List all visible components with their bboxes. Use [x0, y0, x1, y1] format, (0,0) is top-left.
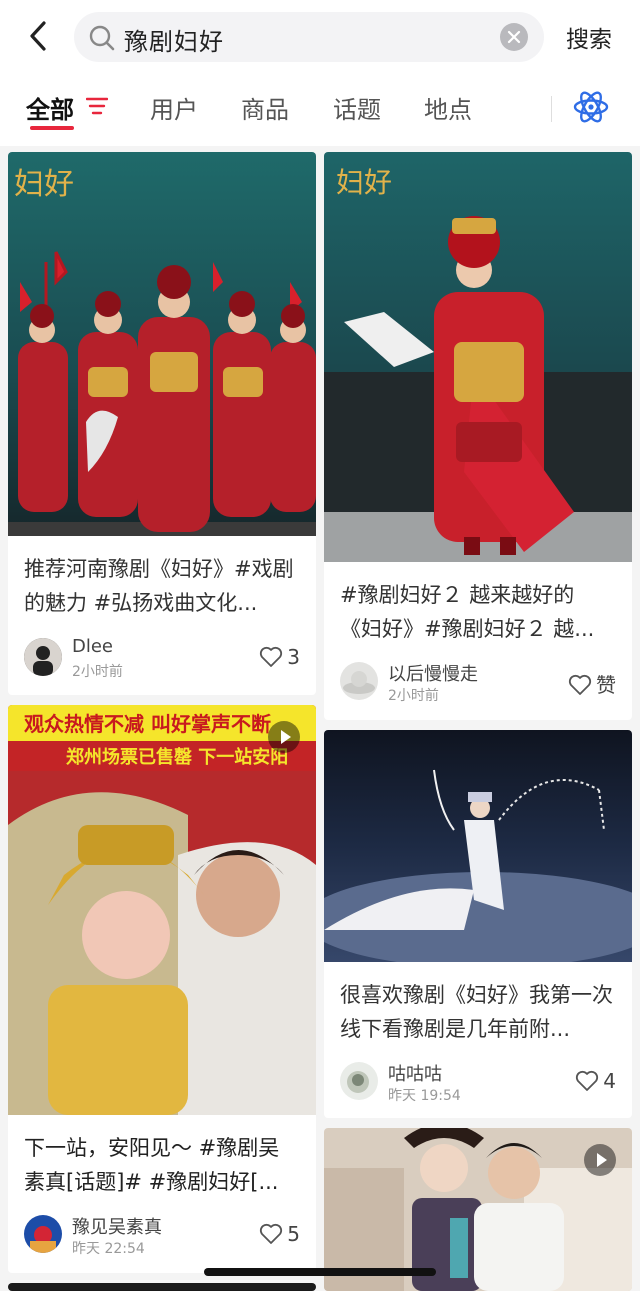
poster-title: 妇好: [336, 166, 392, 199]
active-tab-indicator: [30, 126, 74, 130]
atom-icon[interactable]: [572, 88, 610, 126]
banner-top: 观众热情不减 叫好掌声不断: [24, 712, 271, 736]
post-time: 昨天 19:54: [388, 1088, 461, 1104]
post-card[interactable]: 很喜欢豫剧《妇好》我第一次线下看豫剧是几年前附... 咕咕咕 昨天 19:54 …: [324, 730, 632, 1118]
top-bar: 豫剧妇好 搜索: [0, 0, 640, 72]
avatar[interactable]: [24, 1215, 62, 1253]
heart-icon: [568, 674, 592, 695]
author-name[interactable]: 咕咕咕: [388, 1060, 442, 1086]
post-time: 昨天 22:54: [72, 1241, 145, 1257]
post-card[interactable]: 妇好 #豫剧妇好２ 越来越好的《妇好》#豫剧妇好２ 越... 以后慢慢走 2小时…: [324, 152, 632, 720]
tab-places[interactable]: 地点: [424, 90, 472, 125]
post-cover-image: 观众热情不减 叫好掌声不断 郑州场票已售罄 下一站安阳: [8, 705, 316, 1115]
like-button[interactable]: 赞: [568, 669, 616, 698]
post-time: 2小时前: [388, 688, 439, 704]
video-play-icon: [584, 1144, 616, 1176]
banner-bottom: 郑州场票已售罄 下一站安阳: [66, 746, 288, 768]
like-count: 赞: [596, 673, 616, 697]
filter-icon[interactable]: [86, 96, 108, 116]
like-button[interactable]: 5: [259, 1222, 300, 1246]
heart-icon: [260, 646, 283, 667]
post-card[interactable]: [324, 1128, 632, 1291]
post-cover-image: 妇好: [324, 152, 632, 562]
clear-search-button[interactable]: [500, 23, 528, 51]
like-button[interactable]: 4: [575, 1069, 616, 1093]
like-count: 4: [603, 1069, 616, 1093]
tab-users[interactable]: 用户: [150, 90, 198, 125]
author-name[interactable]: Dlee: [72, 636, 113, 657]
avatar[interactable]: [24, 638, 62, 676]
post-title: #豫剧妇好２ 越来越好的《妇好》#豫剧妇好２ 越...: [340, 583, 595, 641]
post-title: 推荐河南豫剧《妇好》#戏剧的魅力 #弘扬戏曲文化...: [24, 557, 294, 615]
post-title: 下一站，安阳见～ #豫剧吴素真[话题]# #豫剧妇好[...: [24, 1136, 280, 1194]
post-time: 2小时前: [72, 664, 123, 680]
search-icon: [89, 25, 115, 51]
tab-products[interactable]: 商品: [241, 90, 289, 125]
search-query[interactable]: 豫剧妇好: [124, 22, 224, 57]
post-card[interactable]: 观众热情不减 叫好掌声不断 郑州场票已售罄 下一站安阳 下一站，安阳见～ #豫剧…: [8, 705, 316, 1273]
author-name[interactable]: 以后慢慢走: [388, 660, 478, 686]
search-input[interactable]: 豫剧妇好: [74, 12, 544, 62]
search-button[interactable]: 搜索: [566, 20, 612, 54]
tab-divider: [551, 96, 552, 122]
like-count: 5: [287, 1222, 300, 1246]
poster-title: 妇好: [14, 167, 74, 202]
heart-icon: [576, 1070, 599, 1091]
post-title: 很喜欢豫剧《妇好》我第一次线下看豫剧是几年前附...: [340, 983, 613, 1041]
like-count: 3: [287, 645, 300, 669]
post-card[interactable]: [8, 1283, 316, 1291]
tab-all[interactable]: 全部: [26, 90, 74, 125]
home-indicator: [204, 1268, 436, 1276]
post-cover-image: [324, 730, 632, 962]
video-play-icon: [268, 721, 300, 753]
avatar[interactable]: [340, 662, 378, 700]
author-name[interactable]: 豫见吴素真: [72, 1213, 162, 1239]
close-icon: [507, 30, 521, 44]
tab-bar: 全部 用户 商品 话题 地点: [0, 72, 640, 146]
like-button[interactable]: 3: [259, 645, 300, 669]
post-cover-image: 妇好: [8, 152, 316, 536]
heart-icon: [260, 1223, 283, 1244]
chevron-left-icon: [30, 21, 46, 51]
tab-topics[interactable]: 话题: [333, 90, 381, 125]
post-card[interactable]: 妇好 推荐河南豫剧《妇好》#戏剧的魅力 #弘扬戏曲文化... Dlee 2小时前…: [8, 152, 316, 695]
back-button[interactable]: [22, 16, 56, 56]
avatar[interactable]: [340, 1062, 378, 1100]
